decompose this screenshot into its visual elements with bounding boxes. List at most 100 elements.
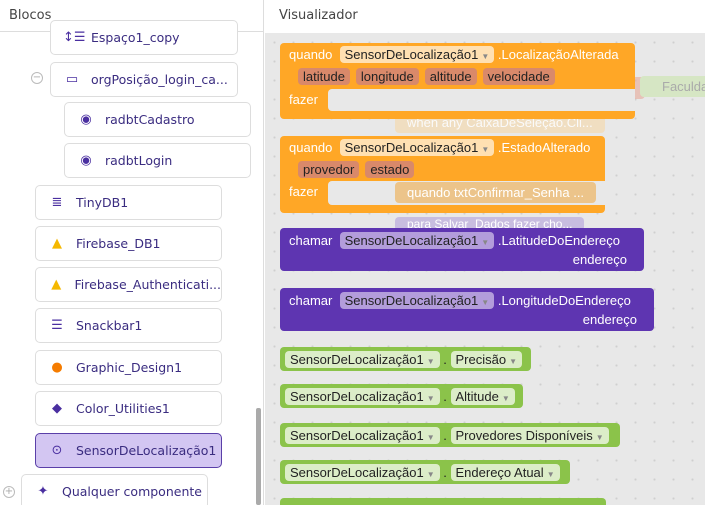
tree-item-radbtcadastro[interactable]: ◉ radbtCadastro xyxy=(64,102,251,137)
collapse-icon[interactable]: − xyxy=(31,72,43,84)
item-label: SensorDeLocalização1 xyxy=(76,443,217,458)
param-latitude[interactable]: latitude xyxy=(298,68,350,85)
event-name: .LocalizaçãoAlterada xyxy=(497,47,619,62)
param-longitude[interactable]: longitude xyxy=(355,68,419,85)
component-dropdown[interactable]: SensorDeLocalização1 ▼ xyxy=(285,387,440,405)
do-label: fazer xyxy=(289,184,318,199)
component-dropdown[interactable]: SensorDeLocalização1 ▼ xyxy=(339,232,495,249)
ghost-block: quando txtConfirmar_Senha ... xyxy=(395,182,597,203)
dropdown-arrow-icon: ▼ xyxy=(501,393,510,403)
method-name: .LongitudeDoEndereço xyxy=(497,293,631,308)
component-dropdown[interactable]: SensorDeLocalização1 ▼ xyxy=(339,139,495,156)
property-name: Altitude xyxy=(455,388,499,404)
blocks-panel: Blocos ↕☰ Espaço1_copy − ▭ orgPosição_logi… xyxy=(0,0,264,505)
dropdown-arrow-icon: ▼ xyxy=(426,356,435,366)
tree-item-color-utilities1[interactable]: ◆ Color_Utilities1 xyxy=(35,391,222,426)
ghost-block: Faculdade xyxy=(640,76,705,97)
property-name: Endereço Atual xyxy=(455,464,544,480)
property-dropdown[interactable]: Endereço Atual ▼ xyxy=(450,463,560,481)
item-label: orgPosição_login_ca... xyxy=(91,72,228,87)
dropdown-arrow-icon: ▼ xyxy=(481,298,490,307)
tree-item-sensordelocalizacao1[interactable]: ⊙ SensorDeLocalização1 xyxy=(35,433,222,468)
item-label: Espaço1_copy xyxy=(91,30,180,45)
tree-item-espaco1-copy[interactable]: ↕☰ Espaço1_copy xyxy=(50,20,238,55)
location-sensor-icon: ⊙ xyxy=(51,443,63,458)
sidebar-scrollbar[interactable] xyxy=(256,408,261,505)
radio-button-icon: ◉ xyxy=(80,112,92,127)
dot: . xyxy=(443,464,447,480)
component-dropdown[interactable]: SensorDeLocalização1 ▼ xyxy=(339,292,495,309)
tree-item-firebase-db1[interactable]: ▲ Firebase_DB1 xyxy=(35,226,222,261)
item-label: Snackbar1 xyxy=(76,318,143,333)
blocks-workspace[interactable]: Faculdade when any CaixaDeSeleção.Cli...… xyxy=(265,33,705,505)
param-provedor[interactable]: provedor xyxy=(298,161,360,178)
component-name: SensorDeLocalização1 xyxy=(344,293,479,308)
tree-item-tinydb1[interactable]: ≣ TinyDB1 xyxy=(35,185,222,220)
item-label: Firebase_DB1 xyxy=(76,236,161,251)
event-block-localizacao-alterada[interactable]: quando SensorDeLocalização1 ▼ .Localizaçã… xyxy=(280,43,635,119)
tree-item-orgposicao[interactable]: ▭ orgPosição_login_ca... xyxy=(50,62,238,97)
param-altitude[interactable]: altitude xyxy=(424,68,477,85)
paint-bucket-icon: ◆ xyxy=(52,401,62,416)
dropdown-arrow-icon: ▼ xyxy=(426,393,435,403)
property-dropdown[interactable]: Altitude ▼ xyxy=(450,387,515,405)
property-name: Precisão xyxy=(455,351,507,367)
firebase-icon: ▲ xyxy=(51,277,62,292)
tree-item-radbtlogin[interactable]: ◉ radbtLogin xyxy=(64,143,251,178)
param-estado[interactable]: estado xyxy=(365,161,415,178)
tree-item-snackbar1[interactable]: ☰ Snackbar1 xyxy=(35,308,222,343)
dot: . xyxy=(443,388,447,404)
expand-icon[interactable]: + xyxy=(3,486,15,498)
item-label: TinyDB1 xyxy=(76,195,129,210)
getter-block-endereco-atual[interactable]: SensorDeLocalização1 ▼ . Endereço Atual ▼ xyxy=(280,460,570,484)
snackbar-icon: ☰ xyxy=(51,318,63,333)
database-icon: ≣ xyxy=(51,195,63,210)
property-dropdown[interactable]: Precisão ▼ xyxy=(450,350,522,368)
dropdown-arrow-icon: ▼ xyxy=(546,469,555,479)
call-label: chamar xyxy=(289,233,333,248)
call-block-longitude-do-endereco[interactable]: chamar SensorDeLocalização1 ▼ .LongitudeD… xyxy=(280,288,654,331)
horizontal-arrangement-icon: ▭ xyxy=(65,72,79,87)
dropdown-arrow-icon: ▼ xyxy=(509,356,517,366)
item-label: radbtCadastro xyxy=(105,112,195,127)
component-dropdown[interactable]: SensorDeLocalização1 ▼ xyxy=(285,463,440,481)
do-label: fazer xyxy=(289,92,318,107)
getter-block-precisao[interactable]: SensorDeLocalização1 ▼ . Precisão ▼ xyxy=(280,347,531,371)
firebase-icon: ▲ xyxy=(52,236,62,251)
method-name: .LatitudeDoEndereço xyxy=(497,233,620,248)
component-name: SensorDeLocalização1 xyxy=(290,388,424,404)
arg-label: endereço xyxy=(572,252,627,267)
component-dropdown[interactable]: SensorDeLocalização1 ▼ xyxy=(285,426,440,444)
component-dropdown[interactable]: SensorDeLocalização1 ▼ xyxy=(285,350,440,368)
dropdown-arrow-icon: ▼ xyxy=(481,238,490,247)
call-block-latitude-do-endereco[interactable]: chamar SensorDeLocalização1 ▼ .LatitudeDo… xyxy=(280,228,644,271)
when-label: quando xyxy=(289,47,333,62)
getter-block-altitude[interactable]: SensorDeLocalização1 ▼ . Altitude ▼ xyxy=(280,384,523,408)
item-label: Firebase_Authenticati... xyxy=(74,277,221,292)
component-name: SensorDeLocalização1 xyxy=(290,351,424,367)
workspace-title: Visualizador xyxy=(279,8,358,23)
event-name: .EstadoAlterado xyxy=(497,140,591,155)
param-velocidade[interactable]: velocidade xyxy=(482,68,555,85)
component-dropdown[interactable]: SensorDeLocalização1 ▼ xyxy=(339,46,495,63)
component-name: SensorDeLocalização1 xyxy=(344,140,479,155)
dropdown-arrow-icon: ▼ xyxy=(481,145,490,154)
item-label: radbtLogin xyxy=(105,153,173,168)
graphic-design-icon: ● xyxy=(51,360,63,375)
dot: . xyxy=(443,351,447,367)
property-dropdown[interactable]: Provedores Disponíveis ▼ xyxy=(450,426,609,444)
dropdown-arrow-icon: ▼ xyxy=(595,432,604,442)
component-name: SensorDeLocalização1 xyxy=(344,233,479,248)
property-name: Provedores Disponíveis xyxy=(455,427,593,443)
dropdown-arrow-icon: ▼ xyxy=(426,469,435,479)
tree-item-firebase-auth[interactable]: ▲ Firebase_Authenticati... xyxy=(35,267,222,302)
vertical-spacing-icon: ↕☰ xyxy=(63,30,86,45)
tree-item-graphic-design1[interactable]: ● Graphic_Design1 xyxy=(35,350,222,385)
component-name: SensorDeLocalização1 xyxy=(344,47,479,62)
statement-slot xyxy=(328,89,635,111)
getter-block-partial[interactable] xyxy=(280,498,606,505)
tree-item-qualquer-componente[interactable]: ✦ Qualquer componente xyxy=(21,474,208,505)
sparkle-icon: ✦ xyxy=(37,484,49,499)
getter-block-provedores[interactable]: SensorDeLocalização1 ▼ . Provedores Dispo… xyxy=(280,423,620,447)
dropdown-arrow-icon: ▼ xyxy=(426,432,435,442)
